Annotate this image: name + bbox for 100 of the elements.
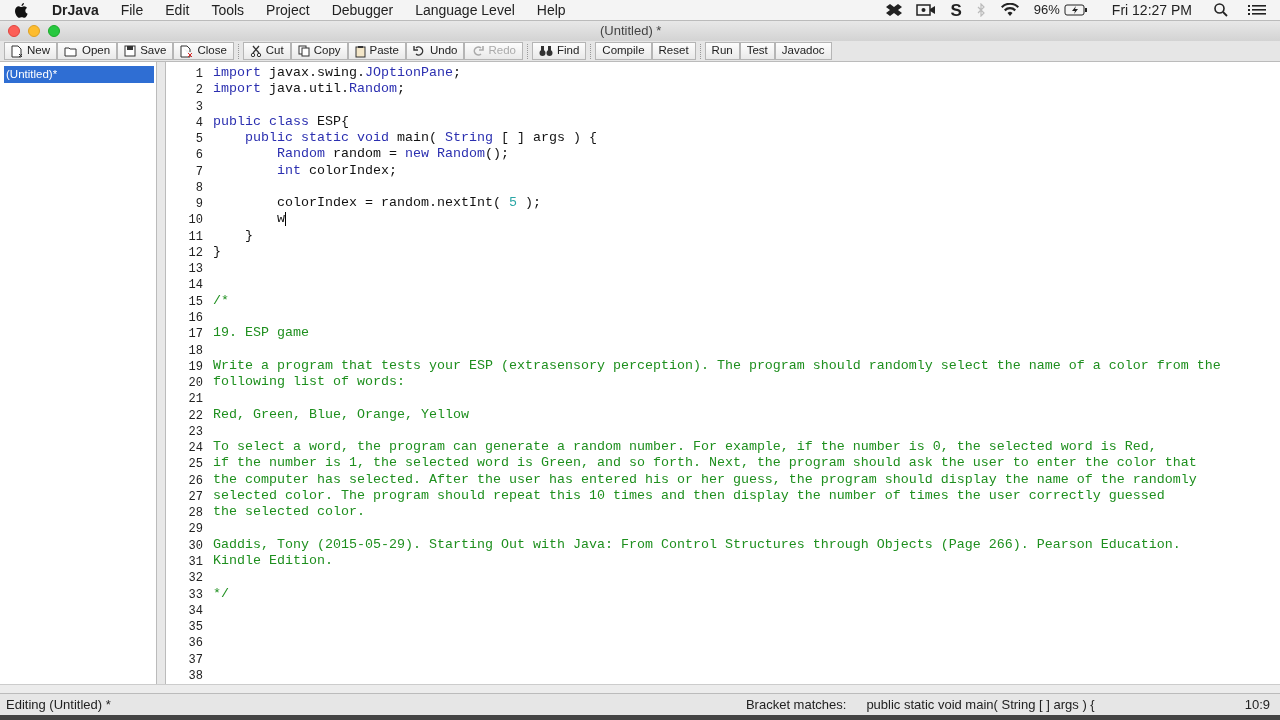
search-icon[interactable] <box>1214 3 1228 17</box>
copy-icon <box>297 45 310 57</box>
menu-item[interactable]: Debugger <box>331 0 394 21</box>
clock[interactable]: Fri 12:27 PM <box>1111 0 1192 21</box>
folder-icon <box>64 45 78 57</box>
code-line: the computer has selected. After the user has entered his or her guess, the program should display the name of the randomly <box>213 471 1197 488</box>
line-number: 3 <box>194 98 203 114</box>
document-item[interactable]: (Untitled)* <box>4 66 154 84</box>
code-line: /* <box>213 292 229 309</box>
code-line: To select a word, the program can generate a random number. For example, if the number is 0, the selected word is Red, <box>213 439 1157 456</box>
toolbar-button[interactable]: Run <box>704 42 740 60</box>
battery-charging-icon[interactable] <box>1063 4 1088 16</box>
line-number: 21 <box>187 391 203 407</box>
code-line: import javax.swing.JOptionPane; <box>213 65 461 82</box>
toolbar-button[interactable]: Undo <box>405 42 465 60</box>
toolbar-button[interactable]: Close <box>173 42 234 60</box>
close-file-icon <box>180 44 194 58</box>
line-number: 16 <box>187 310 203 326</box>
line-number: 9 <box>194 196 203 212</box>
app-name[interactable]: DrJava <box>52 0 99 21</box>
code-line: public class ESP{ <box>213 113 349 131</box>
line-number: 27 <box>187 488 203 505</box>
toolbar-button[interactable]: Reset <box>651 42 696 60</box>
menu-item[interactable]: Project <box>266 0 310 21</box>
bracket-match: public static void main( String [ ] args ) { <box>866 695 1095 714</box>
code-line: w <box>276 211 285 228</box>
code-line: Gaddis, Tony (2015-05-29). Starting Out with Java: From Control Structures through Objects (Page 266). Pearson Education. <box>213 536 1181 553</box>
code-line: Random random = new Random(); <box>276 146 509 163</box>
line-number: 32 <box>187 570 203 586</box>
line-number: 30 <box>187 537 203 553</box>
code-line: the selected color. <box>213 504 365 521</box>
code-line: colorIndex = random.nextInt( 5 ); <box>276 195 541 212</box>
line-number: 38 <box>187 667 203 684</box>
code-line: } <box>244 227 253 244</box>
line-number: 4 <box>194 114 203 131</box>
line-number: 25 <box>187 456 203 472</box>
menu-item[interactable]: Language Level <box>415 0 515 21</box>
toolbar-button[interactable]: Save <box>117 42 174 60</box>
code-line: Write a program that tests your ESP (extrasensory perception). The program should randomly select the name of a color from the <box>213 357 1221 375</box>
wifi-icon[interactable] <box>999 3 1020 17</box>
code-line: */ <box>213 585 229 602</box>
line-number: 34 <box>187 602 203 619</box>
status-message: Editing (Untitled) * <box>6 695 111 714</box>
menu-item[interactable]: Edit <box>165 0 190 21</box>
binoculars-icon <box>538 45 553 57</box>
line-number: 6 <box>194 147 203 163</box>
line-number: 15 <box>187 293 203 309</box>
toolbar-button[interactable]: Test <box>739 42 775 60</box>
toolbar-button[interactable]: Compile <box>595 42 652 60</box>
new-file-icon <box>11 44 23 58</box>
line-number: 10 <box>187 212 203 228</box>
line-number: 17 <box>187 326 203 342</box>
battery-percent[interactable]: 96% <box>1033 0 1060 20</box>
code-line: public static void main( String [ ] args ) { <box>244 130 597 147</box>
line-number: 29 <box>187 521 203 537</box>
menu-item[interactable]: Help <box>536 0 566 21</box>
line-number: 23 <box>187 423 203 440</box>
toolbar-button[interactable]: Open <box>57 42 118 60</box>
toolbar-button[interactable]: Copy <box>290 42 348 60</box>
code-line: following list of words: <box>213 374 405 391</box>
code-line: } <box>213 243 221 261</box>
line-number: 12 <box>187 244 203 261</box>
apple-icon[interactable] <box>14 2 28 18</box>
redo-icon <box>471 45 485 57</box>
menu-item[interactable]: Tools <box>211 0 245 21</box>
toolbar-button[interactable]: Javadoc <box>774 42 832 60</box>
toolbar-button[interactable]: Paste <box>347 42 406 60</box>
undo-icon <box>412 45 426 57</box>
camera-icon[interactable] <box>916 3 937 17</box>
toolbar-button[interactable]: New <box>4 42 57 60</box>
line-number: 22 <box>187 407 203 423</box>
line-number: 31 <box>187 553 203 570</box>
close-window-button[interactable] <box>8 25 20 37</box>
line-number: 18 <box>187 342 203 358</box>
toolbar-button[interactable]: Cut <box>242 42 291 60</box>
line-number: 37 <box>187 651 203 667</box>
s-logo-icon[interactable]: S <box>950 1 962 19</box>
line-number: 35 <box>187 619 203 635</box>
code-line: if the number is 1, the selected word is Green, and so forth. Next, the program should ask the user to enter the color that <box>213 455 1197 472</box>
code-line: selected color. The program should repeat this 10 times and then display the number of times the user correctly guessed <box>213 487 1165 505</box>
line-number: 28 <box>187 505 203 521</box>
list-icon[interactable] <box>1248 3 1266 17</box>
line-number: 1 <box>194 66 203 82</box>
line-number: 20 <box>187 375 203 391</box>
line-number: 33 <box>187 586 203 602</box>
line-number: 2 <box>194 82 203 98</box>
cursor-position: 10:9 <box>1244 695 1270 714</box>
toolbar-button[interactable]: Find <box>531 42 587 60</box>
menu-item[interactable]: File <box>120 0 144 21</box>
line-number: 11 <box>187 228 203 244</box>
window-title: (Untitled) * <box>600 22 662 41</box>
line-number: 24 <box>187 440 203 456</box>
line-number: 13 <box>187 261 203 277</box>
line-number: 19 <box>187 358 203 375</box>
floppy-icon <box>124 45 137 57</box>
code-line: int colorIndex; <box>276 162 397 179</box>
line-number: 7 <box>194 163 203 179</box>
line-number: 26 <box>187 472 203 488</box>
code-line: Red, Green, Blue, Orange, Yellow <box>213 406 469 423</box>
scissors-icon <box>249 45 262 57</box>
